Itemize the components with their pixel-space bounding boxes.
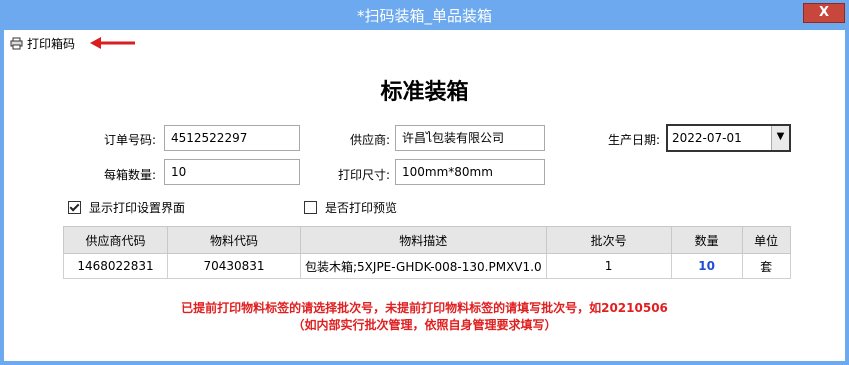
show-print-settings-checkbox[interactable]: 显示打印设置界面 — [68, 199, 185, 216]
cell-batch-no[interactable]: 1 — [545, 253, 672, 279]
cell-material-code[interactable]: 70430831 — [167, 253, 301, 279]
print-preview-label: 是否打印预览 — [325, 201, 398, 215]
title-bar[interactable]: *扫码装箱_单品装箱 X — [0, 0, 849, 30]
col-supplier-code[interactable]: 供应商代码 — [63, 226, 168, 254]
table-row[interactable]: 1468022831 70430831 包装木箱;5XJPE-GHDK-008-… — [63, 253, 791, 279]
order-no-input[interactable]: 4512522297 — [164, 125, 300, 151]
batch-instruction-subnote: （如内部实行批次管理，依照自身管理要求填写） — [292, 318, 557, 332]
print-box-code-label: 打印箱码 — [27, 36, 76, 51]
main-panel: 打印箱码 标准装箱 订单号码: 4512522297 供应商: 许昌ไ包装有限公… — [4, 30, 845, 361]
print-size-label: 打印尺寸: — [337, 168, 390, 182]
col-material-code[interactable]: 物料代码 — [167, 226, 301, 254]
toolbar: 打印箱码 — [4, 30, 845, 56]
checkbox-checked-icon[interactable] — [68, 201, 81, 214]
arrow-annotation-icon — [90, 37, 135, 49]
window-title: *扫码装箱_单品装箱 — [356, 7, 492, 25]
supplier-input[interactable]: 许昌ไ包装有限公司 — [395, 125, 545, 151]
close-button[interactable]: X — [803, 3, 845, 23]
cell-unit[interactable]: 套 — [741, 253, 791, 279]
col-unit[interactable]: 单位 — [741, 226, 791, 254]
print-box-code-button[interactable]: 打印箱码 — [10, 34, 75, 52]
per-box-qty-label: 每箱数量: — [103, 168, 156, 182]
order-no-label: 订单号码: — [103, 133, 156, 147]
print-size-input[interactable]: 100mm*80mm — [395, 159, 545, 185]
chevron-down-icon[interactable]: ▼ — [771, 126, 789, 150]
production-date-select[interactable]: 2022-07-01 ▼ — [666, 124, 791, 152]
cell-material-desc[interactable]: 包装木箱;5XJPE-GHDK-008-130.PMXV1.0 — [300, 253, 547, 279]
show-print-settings-label: 显示打印设置界面 — [89, 201, 186, 215]
col-batch-no[interactable]: 批次号 — [545, 226, 672, 254]
print-preview-checkbox[interactable]: 是否打印预览 — [304, 199, 397, 216]
page-title: 标准装箱 — [380, 80, 469, 105]
table-header-row: 供应商代码 物料代码 物料描述 批次号 数量 单位 — [63, 226, 791, 254]
packing-table: 供应商代码 物料代码 物料描述 批次号 数量 单位 1468022831 704… — [63, 226, 791, 279]
production-date-value: 2022-07-01 — [672, 131, 742, 145]
production-date-label: 生产日期: — [607, 133, 660, 147]
printer-icon — [10, 37, 23, 49]
cell-quantity[interactable]: 10 — [670, 253, 743, 279]
col-quantity[interactable]: 数量 — [670, 226, 743, 254]
batch-instruction-note: 已提前打印物料标签的请选择批次号，未提前打印物料标签的请填写批次号，如20210… — [181, 301, 668, 315]
cell-supplier-code[interactable]: 1468022831 — [63, 253, 168, 279]
col-material-desc[interactable]: 物料描述 — [300, 226, 547, 254]
app-window: *扫码装箱_单品装箱 X 打印箱码 标准装箱 订单号码: 4512522297 … — [0, 0, 849, 365]
per-box-qty-input[interactable]: 10 — [164, 159, 300, 185]
checkbox-unchecked-icon[interactable] — [304, 201, 317, 214]
supplier-label: 供应商: — [349, 133, 390, 147]
